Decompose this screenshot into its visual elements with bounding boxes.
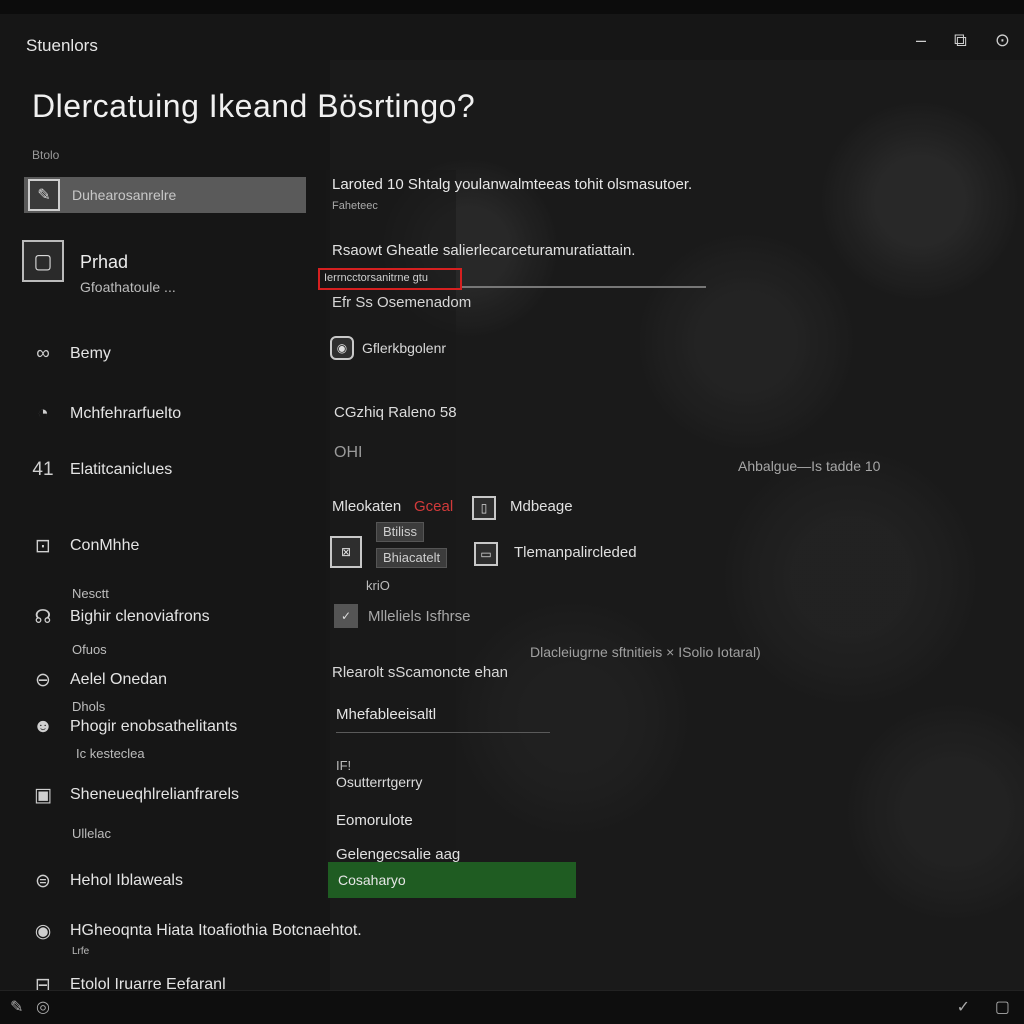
folder-icon[interactable]: ▭ <box>474 542 498 566</box>
pen-icon[interactable]: ✎ <box>10 997 23 1017</box>
device-card[interactable]: ▢ Prhad Gfoathatoule ... <box>22 240 176 295</box>
app-title: Stuenlors <box>26 36 98 55</box>
setting-row: Efr Ss Osemenadom <box>332 294 472 311</box>
sidebar-item-label: Elatitcaniclues <box>70 461 173 478</box>
sidebar-item-label: Bemy <box>70 345 111 362</box>
toggle-icon[interactable]: ◉ <box>330 336 354 360</box>
sidebar-item-label: Phogir enobsathelitants <box>70 718 238 735</box>
grid-icon[interactable]: ⊠ <box>330 536 362 568</box>
notification-icon[interactable]: ▢ <box>995 997 1010 1017</box>
option-item[interactable]: Gelengecsalie aag <box>336 846 460 863</box>
sidebar-item-time[interactable]: ⊖ Aelel Onedan <box>30 667 167 693</box>
shield-icon: ✓ <box>334 604 358 628</box>
option-item[interactable]: Eomorulote <box>336 812 413 829</box>
device-subtitle: Gfoathatoule ... <box>80 279 176 295</box>
gamepad-icon: ☻ <box>33 716 53 737</box>
content-subheading: Faheteec <box>332 200 378 212</box>
infinity-icon: ∞ <box>36 343 50 364</box>
restore-icon[interactable]: ⧉ <box>954 30 967 51</box>
sidebar-item-label: Bighir clenoviafrons <box>70 608 210 625</box>
top-bar <box>0 0 1024 14</box>
sidebar-sub-label: Dhols <box>72 699 106 714</box>
clock-icon: ⊖ <box>35 669 51 691</box>
minimize-icon[interactable]: – <box>916 30 926 51</box>
toggle-label: Gflerkbgolenr <box>362 340 447 356</box>
sidebar-sub-label: Ullelac <box>72 826 112 841</box>
setting-row-label: Tlemanpalircleded <box>514 544 637 561</box>
sidebar-item-network[interactable]: ◔ Mchfehrarfuelto <box>30 401 181 427</box>
taskbar: ✎ ◎ ✓ ▢ <box>0 990 1024 1024</box>
refresh-icon: ◉ <box>34 920 52 942</box>
small-label: IF! <box>336 758 352 773</box>
sidebar-sub-label: Ic kesteclea <box>76 746 145 761</box>
shield-icon: ⊜ <box>35 870 51 892</box>
chip[interactable]: Bhiacatelt <box>376 548 448 568</box>
start-icon[interactable]: ◎ <box>36 997 50 1017</box>
setting-row: Mhefableeisaltl <box>336 706 437 723</box>
sidebar-item-apps[interactable]: 41 Elatitcaniclues <box>30 457 172 483</box>
setting-row-label: Mlleliels Isfhrse <box>368 608 471 625</box>
divider <box>336 732 550 733</box>
sidebar-sub-label: Ofuos <box>72 642 107 657</box>
sidebar-item-accessibility[interactable]: ▣ Sheneueqhlrelianfrarels <box>30 782 239 808</box>
sidebar-sub-label: Lrfe <box>72 946 90 957</box>
sidebar-item-label: Hehol Iblaweals <box>70 872 183 889</box>
setting-value: OHI <box>334 444 363 461</box>
setting-row-label: Mdbeage <box>510 498 573 515</box>
check-icon[interactable]: ✓ <box>957 997 970 1017</box>
brush-icon: ✎ <box>28 179 60 211</box>
sidebar-sub-label: Nesctt <box>72 586 109 601</box>
sidebar-item-security[interactable]: ⊜ Hehol Iblaweals <box>30 868 183 894</box>
apps-icon: 41 <box>32 459 54 480</box>
content-description: Rsaowt Gheatle salierlecarceturamuratiat… <box>332 242 636 259</box>
globe-icon: ◔ <box>37 403 49 424</box>
device-icon: ▢ <box>22 240 64 282</box>
sidebar-item-accounts[interactable]: ⊡ ConMhhe <box>30 533 139 559</box>
device-title: Prhad <box>80 252 129 272</box>
close-icon[interactable]: ⊙ <box>995 30 1010 51</box>
primary-action-label: Cosaharyo <box>338 872 406 888</box>
window-icon: ▣ <box>34 784 52 806</box>
small-label: kriO <box>366 578 390 593</box>
sidebar-item-label: Aelel Onedan <box>70 671 167 688</box>
option-item[interactable]: Osutterrtgerry <box>336 774 422 790</box>
content-heading: Laroted 10 Shtalg youlanwalmteeas tohit … <box>332 176 693 193</box>
sidebar-item-label: ConMhhe <box>70 537 140 554</box>
sidebar-item-label: Duhearosanrelre <box>72 187 177 203</box>
sidebar-item-label: Mchfehrarfuelto <box>70 405 182 422</box>
setting-row: CGzhiq Raleno 58 <box>334 404 457 421</box>
sidebar-section-label: Btolo <box>32 148 60 162</box>
window-controls: – ⧉ ⊙ <box>916 30 1010 51</box>
primary-action-button[interactable]: Cosaharyo <box>328 862 576 898</box>
sidebar-item-label: HGheoqnta Hiata Itoafiothia Botcnaehtot. <box>70 922 362 939</box>
progress-line <box>462 286 706 288</box>
sidebar-item-label: Sheneueqhlrelianfrarels <box>70 786 239 803</box>
file-icon[interactable]: ▯ <box>472 496 496 520</box>
alert-text: Gceal <box>414 498 454 515</box>
page-title: Dlercatuing Ikeand Bösrtingo? <box>32 88 476 124</box>
sidebar-item-gaming[interactable]: ☻ Phogir enobsathelitants <box>30 714 237 740</box>
chip[interactable]: Btiliss <box>376 522 424 542</box>
right-note: Dlacleiugrne sftnitieis × ISolio Iotaral… <box>530 644 761 660</box>
sidebar-item-selected[interactable]: ✎ Duhearosanrelre <box>24 177 306 213</box>
monitor-icon: ⊡ <box>35 535 51 557</box>
highlight-label: Ierrncctorsanitrne gtu <box>324 272 428 284</box>
setting-row-label: Mleokaten <box>332 498 402 515</box>
sidebar-item-privacy[interactable]: ☊ Bighir clenoviafrons <box>30 604 210 630</box>
person-icon: ☊ <box>34 606 52 628</box>
right-note: Ahbalgue—Is tadde 10 <box>738 458 881 474</box>
sidebar-item-update[interactable]: ◉ HGheoqnta Hiata Itoafiothia Botcnaehto… <box>30 918 362 944</box>
sidebar-item-bemy[interactable]: ∞ Bemy <box>30 341 111 367</box>
setting-row: Rlearolt sScamoncte ehan <box>332 664 508 681</box>
